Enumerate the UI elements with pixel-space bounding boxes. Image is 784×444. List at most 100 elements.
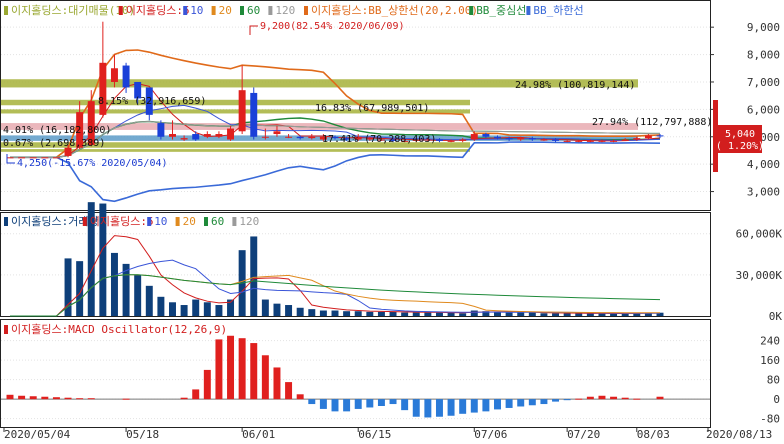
macd-bar <box>296 394 304 400</box>
volume-bar <box>319 310 327 316</box>
volume-bar <box>435 312 443 316</box>
candle-body <box>192 134 200 140</box>
candle-body <box>261 136 269 138</box>
candle-body <box>169 134 176 137</box>
candle-body <box>435 139 443 141</box>
legend-label: BB_하한선 <box>533 3 583 17</box>
macd-axis: 240 160 80 0 -80 <box>760 335 780 426</box>
current-price-value: 5,040 <box>725 129 755 140</box>
macd-bar <box>203 369 211 400</box>
zone-label: 24.98% (100,819,144) <box>515 80 635 91</box>
volume-bar <box>203 302 211 316</box>
macd-bar <box>29 396 37 400</box>
date-tick-label: 2020/08/13 <box>706 428 772 441</box>
macd-bar <box>552 399 560 402</box>
macd-bar <box>621 397 629 400</box>
candle-body <box>238 90 246 132</box>
macd-bar <box>52 397 60 400</box>
price-axis: 9,0008,0007,0006,0005,0004,0003,000 <box>710 21 780 199</box>
volume-bar <box>517 312 525 316</box>
candle-body <box>621 139 629 141</box>
candle-body <box>273 131 281 135</box>
candle-body <box>552 139 560 141</box>
volume-bar <box>331 310 339 316</box>
stock-chart[interactable]: 24.98% (100,819,144) 8.15% (32,916,659) … <box>0 0 784 441</box>
volume-bar <box>552 313 560 316</box>
candle-body <box>296 136 304 139</box>
legend-label: 60 <box>247 4 260 17</box>
zone-label: 0.67% (2,698,389) <box>3 138 105 149</box>
legend-label: 이지홀딩스:MACD Oscillator(12,26,9) <box>11 323 227 336</box>
volume-bar <box>343 311 351 316</box>
price-tick-label: 4,000 <box>747 158 780 171</box>
macd-bar <box>64 397 72 400</box>
volume-bar <box>586 313 594 316</box>
macd-bar <box>586 396 594 400</box>
macd-bar <box>273 367 281 400</box>
candle-body <box>447 140 455 142</box>
macd-bar <box>528 399 536 406</box>
candle-body <box>180 138 188 140</box>
legend-label: BB_중심선 <box>476 4 526 17</box>
legend-swatch <box>147 217 152 226</box>
macd-tick-label: 80 <box>767 374 780 387</box>
legend-label: 10 <box>190 4 203 17</box>
volume-bar <box>192 299 200 316</box>
legend-swatch <box>4 325 8 334</box>
macd-bar <box>656 396 664 400</box>
candle-body <box>563 140 571 142</box>
legend-swatch <box>183 6 188 15</box>
date-tick-label: 07/20 <box>567 428 600 441</box>
macd-bar <box>389 399 397 405</box>
candle-body <box>308 136 316 139</box>
candle-body <box>215 134 223 137</box>
date-tick-label: 07/06 <box>474 428 507 441</box>
legend-swatch <box>4 217 8 226</box>
volume-axis: 60,000K 30,000K 0K <box>736 228 783 323</box>
legend-swatch <box>204 217 208 226</box>
candle-body <box>470 134 478 140</box>
macd-tick-label: -80 <box>760 413 780 426</box>
volume-bar <box>470 310 478 316</box>
volume-bar <box>424 312 432 316</box>
volume-bar <box>412 312 420 316</box>
candle-body <box>656 135 664 137</box>
candle-body <box>203 134 211 137</box>
macd-bar <box>575 398 583 400</box>
price-tick-label: 3,000 <box>747 186 780 199</box>
volume-bar <box>169 302 176 316</box>
macd-bar <box>633 398 641 400</box>
volume-bar <box>180 305 188 316</box>
macd-bar <box>482 399 490 412</box>
macd-bar <box>250 343 258 400</box>
date-tick-label: 06/15 <box>358 428 391 441</box>
macd-legend[interactable]: 이지홀딩스:MACD Oscillator(12,26,9) <box>4 323 227 336</box>
macd-bar <box>505 399 513 408</box>
macd-bar <box>435 399 443 417</box>
volume-bar <box>285 305 293 316</box>
macd-bar <box>238 338 246 400</box>
macd-bar <box>343 399 351 412</box>
legend-label: 60 <box>211 215 224 228</box>
low-annotation: 4,250(-15.67% 2020/05/04) <box>17 158 168 169</box>
date-tick-label: 06/01 <box>242 428 275 441</box>
volume-bar <box>134 274 142 316</box>
macd-bar <box>366 399 374 408</box>
candle-body <box>285 136 293 138</box>
macd-bar <box>261 355 269 400</box>
volume-bar <box>563 313 571 316</box>
macd-bar <box>610 396 618 400</box>
chart-window: 24.98% (100,819,144) 8.15% (32,916,659) … <box>0 0 784 441</box>
macd-bar <box>6 394 14 400</box>
macd-bar <box>563 399 571 401</box>
macd-bar <box>459 399 467 414</box>
volume-bar <box>296 307 304 316</box>
legend-label: 20 <box>183 215 196 228</box>
macd-bar <box>598 395 606 400</box>
price-legend[interactable]: 이지홀딩스:대기매물(10)이지홀딩스:5 10 20 60 120 이지홀딩스:BB_상… <box>4 3 584 17</box>
legend-label: 이지홀딩스:BB_상한선(20,2.00) <box>311 4 478 17</box>
legend-swatch <box>304 6 308 15</box>
candle-body <box>99 62 107 115</box>
macd-bar <box>412 399 420 417</box>
volume-legend[interactable]: 이지홀딩스:거래량이지홀딩스:5 10 20 60 120 <box>4 215 259 228</box>
